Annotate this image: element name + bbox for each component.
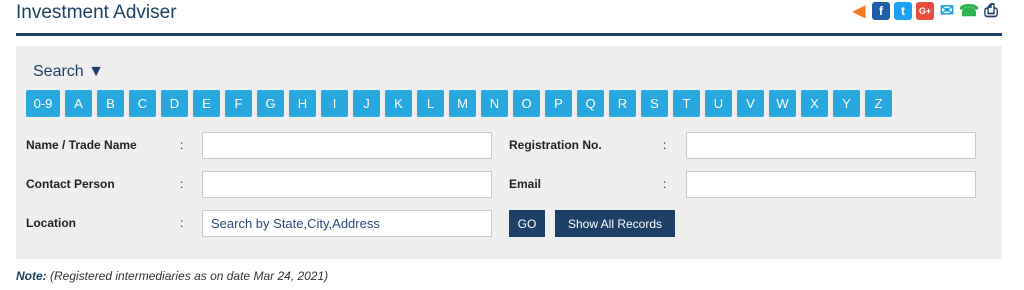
contact-person-label: Contact Person bbox=[26, 177, 115, 191]
letter-button-s[interactable]: S bbox=[641, 90, 668, 117]
title-divider bbox=[16, 33, 1002, 36]
letter-button-t[interactable]: T bbox=[673, 90, 700, 117]
letter-button-o[interactable]: O bbox=[513, 90, 540, 117]
colon: : bbox=[180, 216, 184, 230]
facebook-icon[interactable]: f bbox=[872, 2, 890, 20]
whatsapp-icon[interactable]: ☎ bbox=[959, 2, 979, 20]
location-label: Location bbox=[26, 216, 76, 230]
show-all-records-button[interactable]: Show All Records bbox=[555, 210, 675, 237]
letter-button-g[interactable]: G bbox=[257, 90, 284, 117]
note-text: (Registered intermediaries as on date Ma… bbox=[46, 269, 329, 283]
note: Note: (Registered intermediaries as on d… bbox=[16, 269, 328, 283]
letter-button-q[interactable]: Q bbox=[577, 90, 604, 117]
letter-button-d[interactable]: D bbox=[161, 90, 188, 117]
letter-button-x[interactable]: X bbox=[801, 90, 828, 117]
letter-button-e[interactable]: E bbox=[193, 90, 220, 117]
email-icon[interactable]: ✉ bbox=[938, 1, 956, 20]
letter-button-l[interactable]: L bbox=[417, 90, 444, 117]
email-label: Email bbox=[509, 177, 542, 191]
name-input[interactable] bbox=[202, 132, 492, 159]
colon: : bbox=[663, 177, 667, 191]
location-input[interactable]: Search by State,City,Address bbox=[202, 210, 492, 237]
letter-button-z[interactable]: Z bbox=[865, 90, 892, 117]
note-label: Note: bbox=[16, 269, 47, 283]
letter-button-j[interactable]: J bbox=[353, 90, 380, 117]
name-label: Name / Trade Name bbox=[26, 138, 137, 152]
share-icon[interactable]: ◀ bbox=[850, 2, 868, 20]
go-button[interactable]: GO bbox=[509, 210, 545, 237]
letter-button-r[interactable]: R bbox=[609, 90, 636, 117]
search-panel: Search ▼ 0-9 A B C D E F G H I J K L M N… bbox=[16, 46, 1002, 259]
email-input[interactable] bbox=[686, 171, 976, 198]
contact-person-input[interactable] bbox=[202, 171, 492, 198]
colon: : bbox=[180, 138, 184, 152]
letter-button-m[interactable]: M bbox=[449, 90, 476, 117]
colon: : bbox=[180, 177, 184, 191]
registration-input[interactable] bbox=[686, 132, 976, 159]
search-toggle[interactable]: Search ▼ bbox=[33, 63, 104, 81]
alphabet-filter: 0-9 A B C D E F G H I J K L M N O P Q R … bbox=[26, 90, 892, 117]
letter-button-0-9[interactable]: 0-9 bbox=[26, 90, 60, 117]
letter-button-p[interactable]: P bbox=[545, 90, 572, 117]
letter-button-h[interactable]: H bbox=[289, 90, 316, 117]
registration-label: Registration No. bbox=[509, 138, 602, 152]
letter-button-y[interactable]: Y bbox=[833, 90, 860, 117]
letter-button-c[interactable]: C bbox=[129, 90, 156, 117]
print-icon[interactable]: ⎙ bbox=[982, 1, 1000, 20]
twitter-icon[interactable]: t bbox=[894, 2, 912, 20]
letter-button-v[interactable]: V bbox=[737, 90, 764, 117]
google-plus-icon[interactable]: G+ bbox=[916, 2, 934, 20]
letter-button-k[interactable]: K bbox=[385, 90, 412, 117]
letter-button-i[interactable]: I bbox=[321, 90, 348, 117]
letter-button-n[interactable]: N bbox=[481, 90, 508, 117]
letter-button-w[interactable]: W bbox=[769, 90, 796, 117]
letter-button-a[interactable]: A bbox=[65, 90, 92, 117]
colon: : bbox=[663, 138, 667, 152]
letter-button-f[interactable]: F bbox=[225, 90, 252, 117]
share-toolbar: ◀ f t G+ ✉ ☎ ⎙ bbox=[850, 1, 1000, 20]
page-title: Investment Adviser bbox=[16, 2, 177, 23]
letter-button-u[interactable]: U bbox=[705, 90, 732, 117]
letter-button-b[interactable]: B bbox=[97, 90, 124, 117]
